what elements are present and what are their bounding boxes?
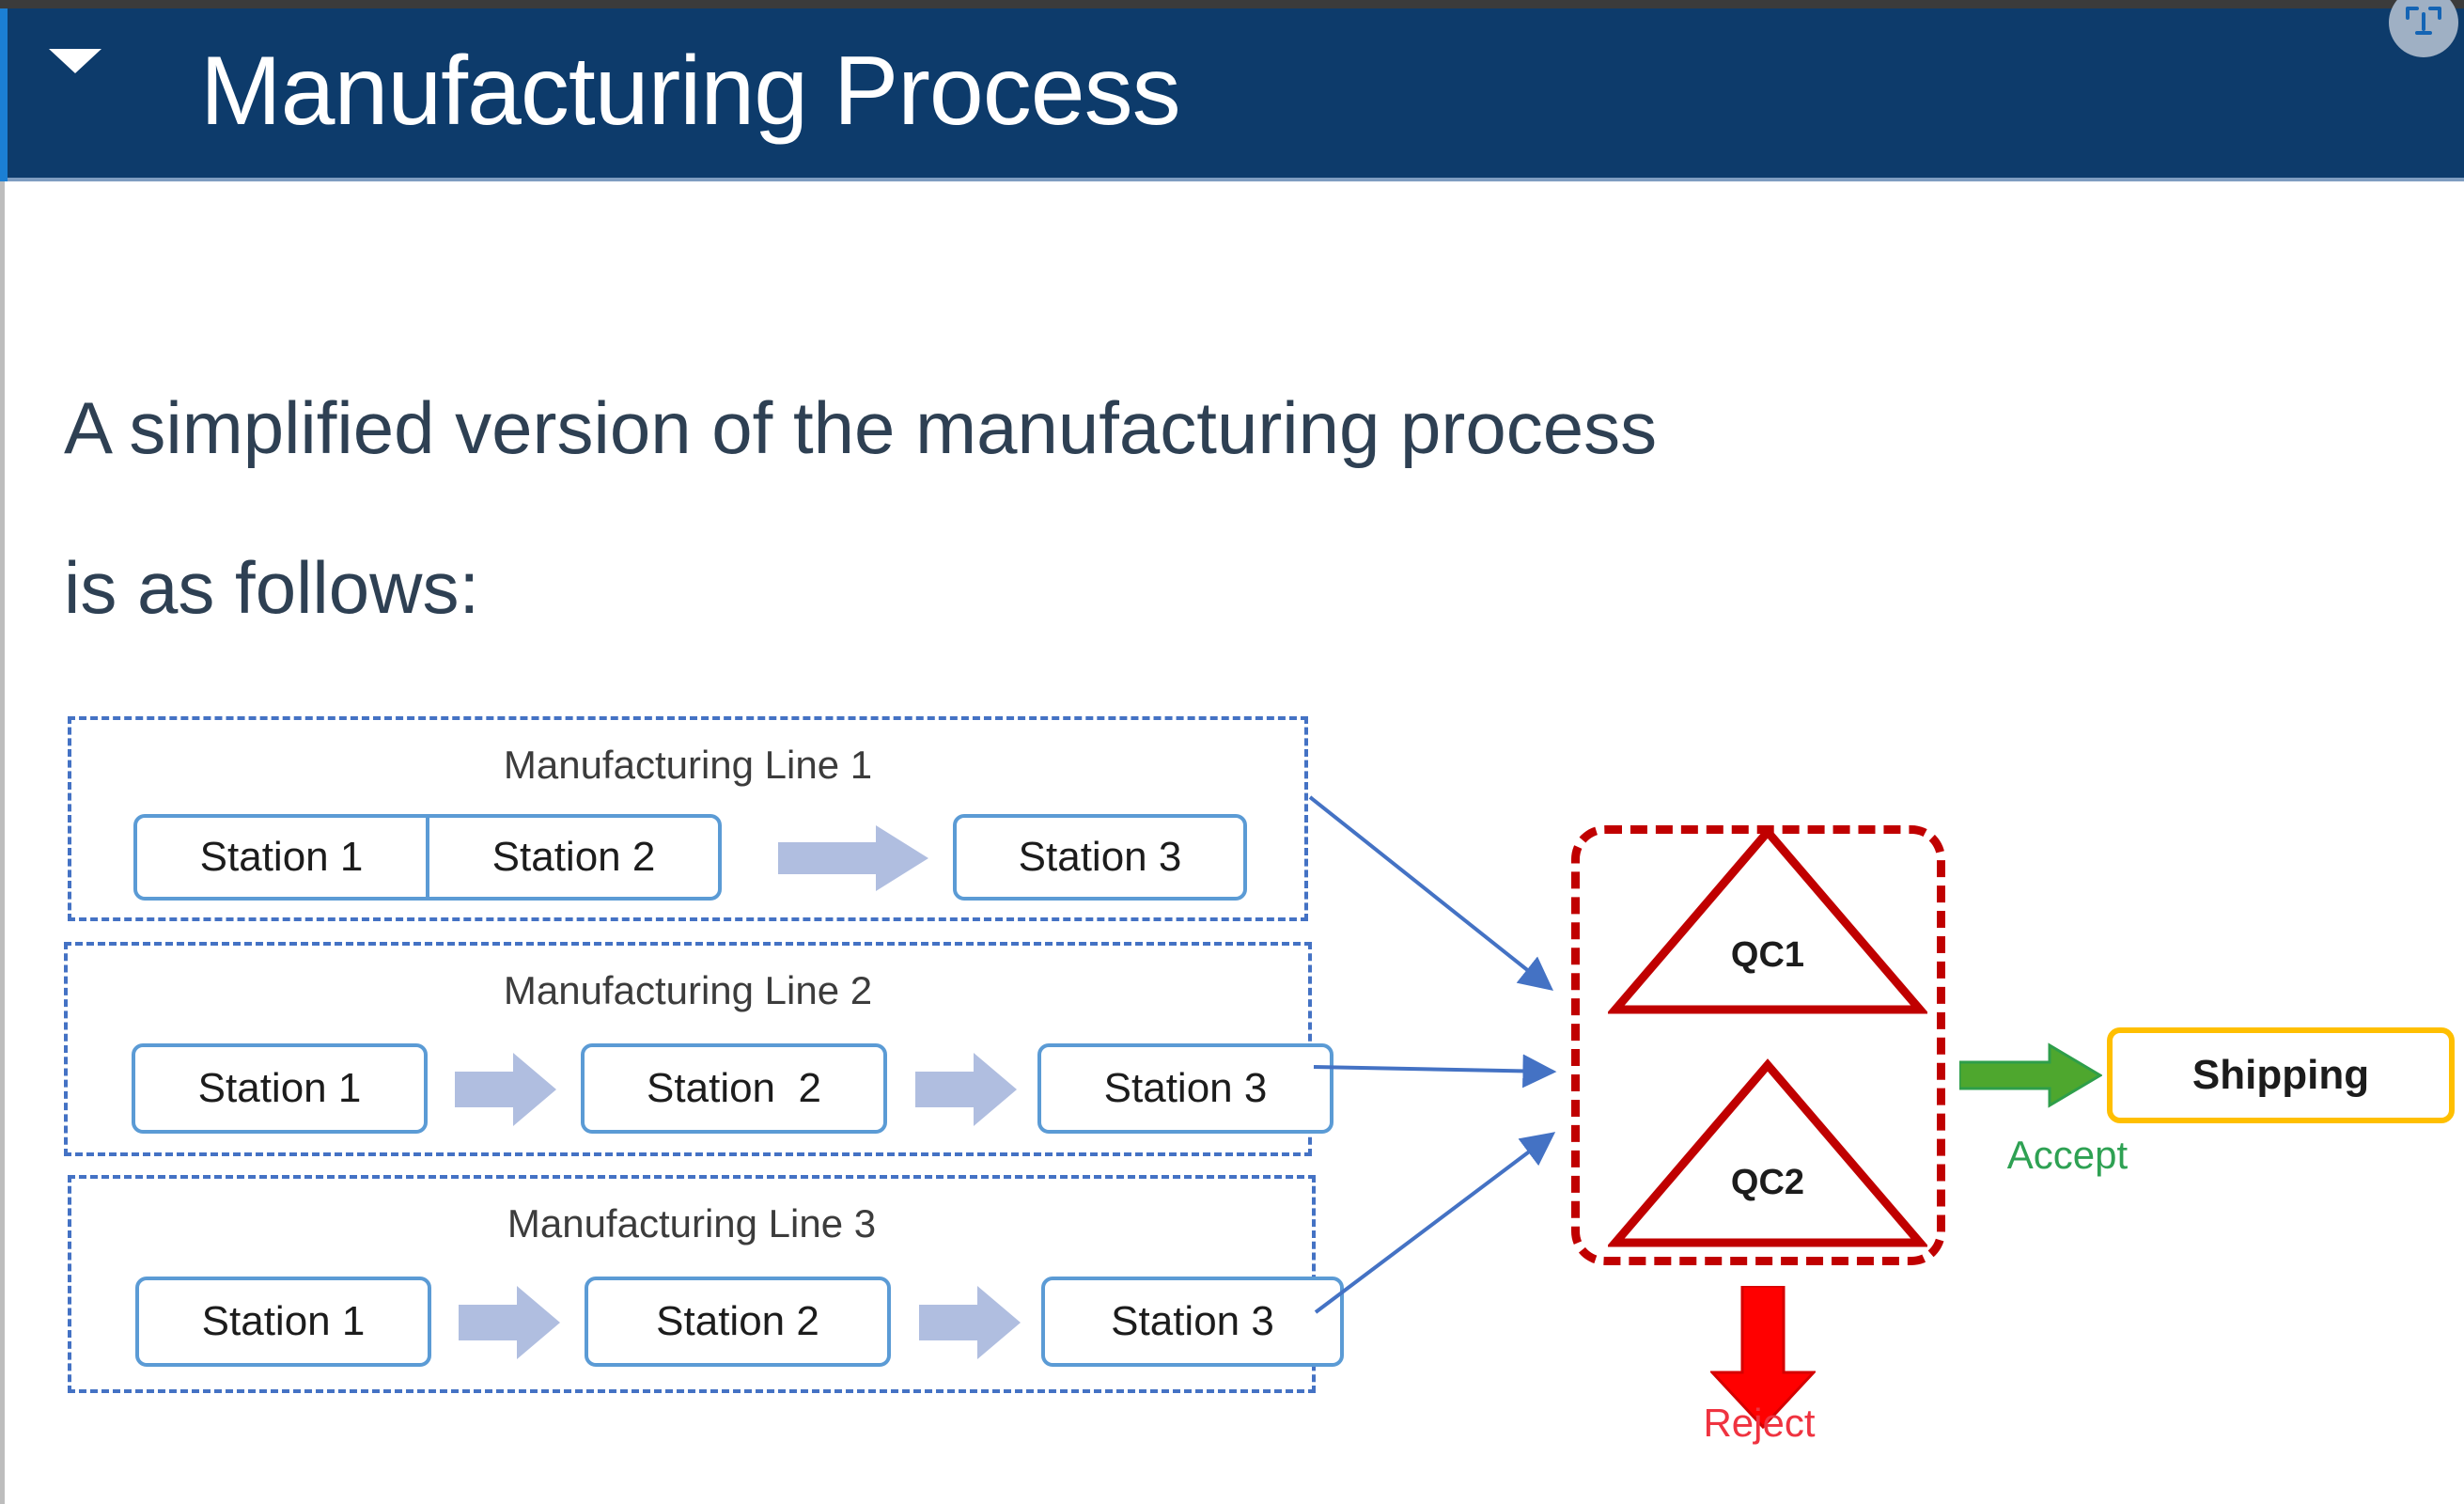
- page-title: Manufacturing Process: [200, 37, 1181, 146]
- caret-down-icon[interactable]: [49, 49, 101, 73]
- intro-paragraph: A simplified version of the manufacturin…: [64, 348, 2385, 667]
- quality-control-group[interactable]: QC1 QC2: [1571, 825, 1945, 1265]
- window-top-strip: [0, 0, 2464, 8]
- qc1-label: QC1: [1730, 935, 1805, 975]
- qc1-triangle-icon: [1608, 825, 1927, 1014]
- qc2-label: QC2: [1730, 1163, 1805, 1202]
- intro-line-2: is as follows:: [64, 546, 480, 629]
- qc2-triangle-icon: [1608, 1058, 1927, 1247]
- header-divider: [8, 178, 2464, 181]
- intro-line-1: A simplified version of the manufacturin…: [64, 386, 1658, 469]
- accept-arrow-icon: [1959, 1042, 2102, 1108]
- slide-header-band: Manufacturing Process: [8, 0, 2464, 178]
- reject-label: Reject: [1703, 1401, 1816, 1445]
- shipping-box[interactable]: Shipping: [2107, 1027, 2455, 1123]
- accept-label: Accept: [2006, 1133, 2129, 1177]
- slide-canvas: Manufacturing Process A simplified versi…: [0, 0, 2464, 1504]
- cursor-badge-glyph: [2406, 7, 2441, 35]
- window-left-accent: [0, 8, 8, 181]
- cursor-badge-icon[interactable]: [2389, 0, 2458, 57]
